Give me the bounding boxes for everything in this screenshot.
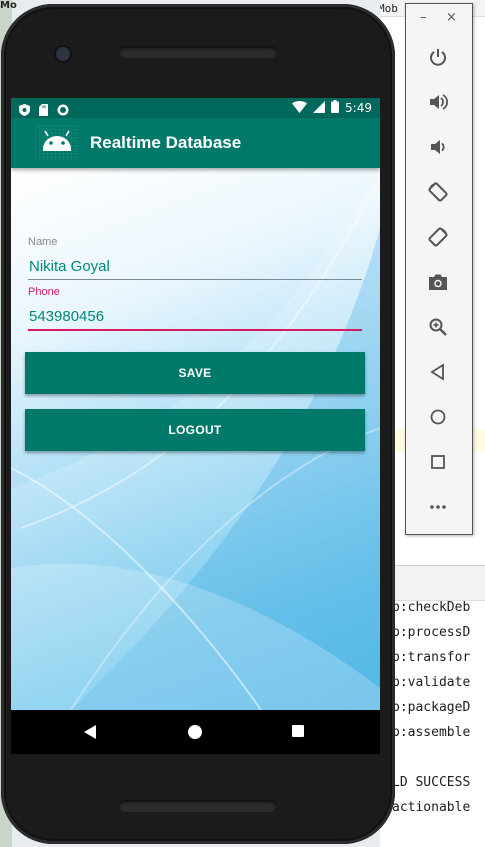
volume-down-icon[interactable] <box>423 132 453 162</box>
ide-build-header <box>380 566 485 601</box>
emulator-toolbar: – × <box>405 3 473 535</box>
content-area: Name Phone SAVE LOGOUT <box>11 168 380 710</box>
wifi-icon <box>292 100 308 116</box>
status-time: 5:49 <box>345 101 372 115</box>
earpiece-speaker <box>119 46 277 58</box>
signal-icon <box>313 100 326 116</box>
ide-build-output: p:checkDeb p:processD p:transfor p:validate… <box>380 565 485 847</box>
overview-icon[interactable] <box>423 447 453 477</box>
ide-build-line: LD SUCCESS <box>392 775 471 790</box>
ide-build-line: p:transfor <box>392 650 471 665</box>
ide-build-line: p:packageD <box>392 700 471 715</box>
camera-icon[interactable] <box>423 267 453 297</box>
phone-input[interactable] <box>28 304 363 328</box>
ide-build-line: actionable <box>392 800 471 815</box>
name-label: Name <box>28 236 58 248</box>
navigation-bar <box>11 710 380 754</box>
home-icon[interactable] <box>188 725 202 739</box>
app-bar: Realtime Database <box>11 118 380 168</box>
phone-underline <box>28 329 362 331</box>
device-screen: 5:49 Realtime Database Name Nikita Goyal… <box>11 98 380 710</box>
phone-label: Phone <box>28 286 60 298</box>
name-input[interactable] <box>28 254 363 278</box>
save-button[interactable]: SAVE <box>25 352 365 394</box>
ide-build-line: p:checkDeb <box>392 600 471 615</box>
ide-build-line: p:validate <box>392 675 471 690</box>
ide-left-strip-text: Mo <box>0 0 17 11</box>
zoom-icon[interactable] <box>423 312 453 342</box>
volume-up-icon[interactable] <box>423 87 453 117</box>
status-bar: 5:49 <box>11 98 380 118</box>
app-title: Realtime Database <box>90 133 242 152</box>
power-icon[interactable] <box>423 42 453 72</box>
logout-button[interactable]: LOGOUT <box>25 409 365 451</box>
front-camera <box>56 47 70 61</box>
ide-build-line: p:assemble <box>392 725 471 740</box>
home-icon[interactable] <box>423 402 453 432</box>
more-icon[interactable] <box>423 492 453 522</box>
emulator-window-controls: – × <box>406 4 472 32</box>
rotate-left-icon[interactable] <box>423 177 453 207</box>
status-bar-system: 5:49 <box>292 100 372 116</box>
back-icon[interactable] <box>423 357 453 387</box>
recents-icon[interactable] <box>292 725 304 737</box>
minimize-button[interactable]: – <box>420 10 427 25</box>
android-icon <box>35 125 79 161</box>
close-button[interactable]: × <box>446 10 457 25</box>
back-icon[interactable] <box>84 725 96 739</box>
bottom-speaker <box>119 800 277 812</box>
rotate-right-icon[interactable] <box>423 222 453 252</box>
battery-icon <box>331 100 340 116</box>
name-underline <box>28 279 362 280</box>
ide-build-line: p:processD <box>392 625 471 640</box>
